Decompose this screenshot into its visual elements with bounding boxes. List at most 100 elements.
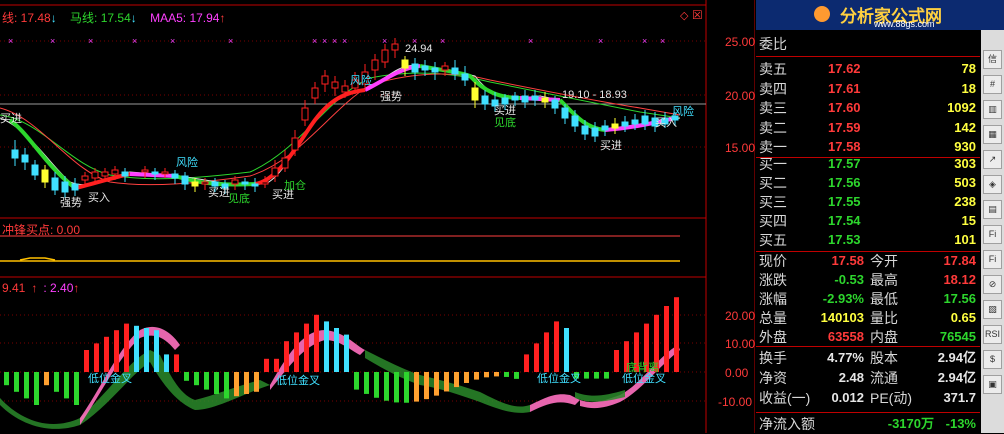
candle-body[interactable] xyxy=(21,154,29,163)
candle-body[interactable] xyxy=(511,95,519,101)
toolbar-button[interactable]: ▥ xyxy=(983,100,1002,119)
macd-histogram[interactable] xyxy=(4,297,679,405)
ask-row[interactable]: 卖二 17.59 142 xyxy=(756,118,980,138)
toolbar-button[interactable]: ▤ xyxy=(983,200,1002,219)
candle-body[interactable] xyxy=(41,169,49,183)
candle-body[interactable] xyxy=(581,125,589,135)
candle-body[interactable] xyxy=(231,179,239,185)
close-chart-icon[interactable]: ☒ xyxy=(692,8,703,22)
toolbar-button[interactable]: $ xyxy=(983,350,1002,369)
candle-body[interactable] xyxy=(531,95,539,101)
candle-body[interactable] xyxy=(601,125,609,131)
candle-body[interactable] xyxy=(641,115,649,125)
candle-body[interactable] xyxy=(451,67,459,75)
macd-bar xyxy=(94,343,99,372)
candle-body[interactable] xyxy=(411,63,419,73)
candle-body[interactable] xyxy=(271,167,279,177)
candle-body[interactable] xyxy=(551,99,559,109)
toolbar-button[interactable]: ⊘ xyxy=(983,275,1002,294)
candle-body[interactable] xyxy=(241,181,249,185)
site-logo-banner[interactable]: 分析家公式网 www.88gs.com xyxy=(756,0,1004,30)
toolbar-button[interactable]: Fi xyxy=(983,225,1002,244)
candle-body[interactable] xyxy=(441,65,449,71)
toolbar-button[interactable]: # xyxy=(983,75,1002,94)
candle-body[interactable] xyxy=(301,107,309,121)
toolbar-button[interactable]: RSI xyxy=(983,325,1002,344)
candle-body[interactable] xyxy=(321,75,329,85)
candle-body[interactable] xyxy=(141,169,149,173)
candle-body[interactable] xyxy=(431,67,439,73)
candle-body[interactable] xyxy=(191,181,199,187)
candle-body[interactable] xyxy=(461,73,469,81)
stat-label-2: 今开 xyxy=(870,253,898,269)
bid-row[interactable]: 买四 17.54 15 xyxy=(756,211,980,231)
stat-value: -0.53 xyxy=(834,272,864,287)
toolbar-button[interactable]: Fi xyxy=(983,250,1002,269)
candle-body[interactable] xyxy=(171,173,179,179)
bid-row[interactable]: 买五 17.53 101 xyxy=(756,230,980,250)
candle-body[interactable] xyxy=(471,87,479,101)
candle-body[interactable] xyxy=(381,49,389,63)
buy-label-4: 买进 xyxy=(600,140,622,152)
candle-body[interactable] xyxy=(81,175,89,181)
ask-row[interactable]: 卖五 17.62 78 xyxy=(756,59,980,79)
candle-body[interactable] xyxy=(261,181,269,185)
candle-body[interactable] xyxy=(311,87,319,99)
candle-body[interactable] xyxy=(401,59,409,69)
candle-body[interactable] xyxy=(91,171,99,179)
chart-area[interactable]: × × × × × × × × × × × × × × × × × 线: 17.48↓ 马线: 17.54↓ xyxy=(0,0,755,433)
candle-body[interactable] xyxy=(611,123,619,129)
candle-body[interactable] xyxy=(281,157,289,169)
candle-body[interactable] xyxy=(11,149,19,159)
right-toolbar: 信 # ▥ ▦ ↗ ◈ ▤ Fi Fi ⊘ ▧ RSI $ ▣ xyxy=(981,30,1004,433)
bid-row[interactable]: 买二 17.56 503 xyxy=(756,173,980,193)
y-axis-15: 15.00 xyxy=(725,141,756,155)
candle-body[interactable] xyxy=(51,177,59,191)
candlesticks[interactable] xyxy=(11,38,679,198)
candle-body[interactable] xyxy=(621,121,629,127)
candle-body[interactable] xyxy=(151,171,159,175)
candle-body[interactable] xyxy=(371,59,379,71)
bid-row[interactable]: 买一 17.57 303 xyxy=(756,154,980,174)
finance-label: 净资 xyxy=(759,370,787,386)
toolbar-button[interactable]: 信 xyxy=(983,50,1002,69)
candle-body[interactable] xyxy=(61,181,69,193)
stat-value-2: 76545 xyxy=(939,329,976,344)
candle-body[interactable] xyxy=(31,164,39,176)
ask-row[interactable]: 卖三 17.60 1092 xyxy=(756,98,980,118)
candle-body[interactable] xyxy=(541,97,549,103)
candle-body[interactable] xyxy=(631,119,639,125)
candle-body[interactable] xyxy=(561,107,569,119)
toolbar-button[interactable]: ▦ xyxy=(983,125,1002,144)
macd-bar xyxy=(354,372,359,390)
toolbar-button[interactable]: ▣ xyxy=(983,375,1002,394)
macd-bar xyxy=(184,372,189,381)
candle-body[interactable] xyxy=(341,85,349,93)
see-bottom-label-2: 见底 xyxy=(494,117,516,129)
bid-row[interactable]: 买三 17.55 238 xyxy=(756,192,980,212)
candle-body[interactable] xyxy=(161,171,169,175)
candle-body[interactable] xyxy=(421,65,429,71)
ask-row[interactable]: 卖四 17.61 18 xyxy=(756,79,980,99)
toolbar-button[interactable]: ▧ xyxy=(983,300,1002,319)
candle-body[interactable] xyxy=(111,169,119,175)
candle-body[interactable] xyxy=(251,183,259,187)
candle-body[interactable] xyxy=(181,175,189,185)
macd-bar xyxy=(154,330,159,372)
macd-bar xyxy=(114,330,119,372)
candle-body[interactable] xyxy=(101,171,109,177)
toolbar-button[interactable]: ↗ xyxy=(983,150,1002,169)
macd-bar xyxy=(174,354,179,372)
candle-body[interactable] xyxy=(331,81,339,89)
candle-body[interactable] xyxy=(481,95,489,105)
candle-body[interactable] xyxy=(121,171,129,177)
middle-panel-title: 冲锋买点: 0.00 xyxy=(2,223,81,237)
candle-body[interactable] xyxy=(71,183,79,191)
candle-body[interactable] xyxy=(391,43,399,51)
candle-body[interactable] xyxy=(291,137,299,151)
candle-body[interactable] xyxy=(521,95,529,103)
toolbar-button[interactable]: ◈ xyxy=(983,175,1002,194)
candle-body[interactable] xyxy=(571,115,579,127)
candle-body[interactable] xyxy=(591,127,599,137)
chart-menu-icon[interactable]: ◇ xyxy=(680,9,688,22)
